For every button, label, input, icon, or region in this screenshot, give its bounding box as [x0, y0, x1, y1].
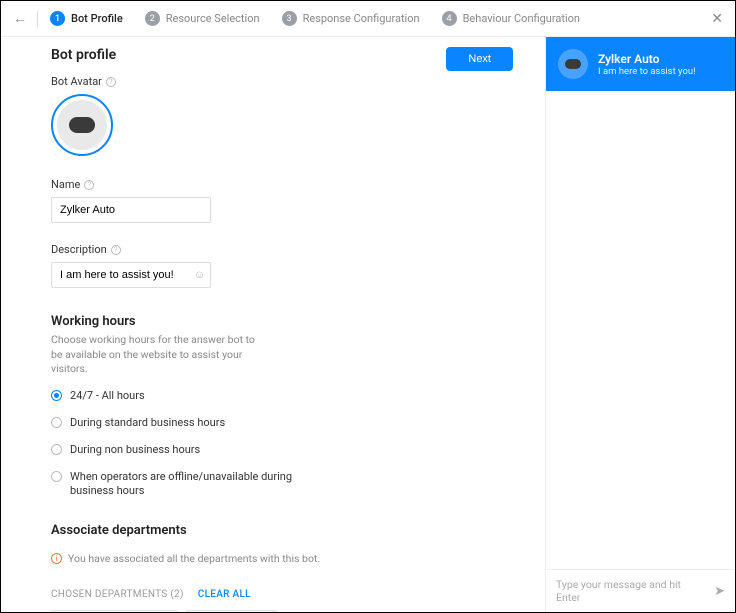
radio-all-hours[interactable]: 24/7 - All hours [51, 389, 301, 404]
form-panel: Bot profile Next Bot Avatar ? Name ? Des… [1, 37, 545, 612]
radio-label: During non business hours [70, 443, 200, 458]
clear-all-button[interactable]: CLEAR ALL [198, 589, 251, 600]
description-label: Description ? [51, 243, 513, 256]
close-icon[interactable]: ✕ [711, 11, 723, 27]
info-icon: i [51, 553, 62, 564]
radio-label: When operators are offline/unavailable d… [70, 470, 301, 500]
step-bot-profile[interactable]: 1 Bot Profile [50, 11, 123, 26]
step-number: 2 [145, 11, 160, 26]
step-response-configuration[interactable]: 3 Response Configuration [282, 11, 420, 26]
working-hours-description: Choose working hours for the answer bot … [51, 333, 261, 377]
chip-returns-and-refunds: Returns and refunds ✕ [51, 610, 178, 612]
divider [37, 11, 38, 27]
avatar-picker[interactable] [51, 94, 113, 156]
step-resource-selection[interactable]: 2 Resource Selection [145, 11, 260, 26]
step-number: 4 [442, 11, 457, 26]
step-label: Bot Profile [71, 12, 123, 25]
chat-preview-body [546, 91, 735, 569]
bot-face-icon [565, 59, 581, 69]
avatar-label: Bot Avatar ? [51, 75, 513, 88]
working-hours-heading: Working hours [51, 314, 513, 329]
description-input[interactable] [51, 262, 211, 288]
step-number: 3 [282, 11, 297, 26]
chip-zylker-group: Zylker Group ✕ [186, 610, 277, 612]
chosen-departments-label: CHOSEN DEPARTMENTS (2) [51, 589, 184, 600]
stepper: 1 Bot Profile 2 Resource Selection 3 Res… [50, 11, 711, 26]
chat-preview-header: Zylker Auto I am here to assist you! [546, 37, 735, 91]
help-icon[interactable]: ? [111, 245, 121, 255]
radio-icon [51, 444, 62, 455]
departments-heading: Associate departments [51, 523, 513, 538]
avatar-image [57, 100, 107, 150]
step-number: 1 [50, 11, 65, 26]
chat-preview-input-row: Type your message and hit Enter ➤ [546, 569, 735, 612]
department-chips: Returns and refunds ✕ Zylker Group ✕ [51, 610, 513, 612]
radio-business-hours[interactable]: During standard business hours [51, 416, 301, 431]
step-label: Resource Selection [166, 12, 260, 25]
next-button[interactable]: Next [446, 47, 513, 71]
send-icon[interactable]: ➤ [714, 584, 725, 599]
preview-bot-desc: I am here to assist you! [598, 66, 696, 77]
radio-icon [51, 471, 62, 482]
page-title: Bot profile [51, 47, 116, 63]
radio-label: During standard business hours [70, 416, 225, 431]
help-icon[interactable]: ? [106, 77, 116, 87]
step-label: Response Configuration [303, 12, 420, 25]
emoji-icon[interactable]: ☺ [194, 268, 205, 281]
chat-preview-panel: Zylker Auto I am here to assist you! Typ… [545, 37, 735, 612]
step-label: Behaviour Configuration [463, 12, 580, 25]
radio-non-business-hours[interactable]: During non business hours [51, 443, 301, 458]
radio-operators-offline[interactable]: When operators are offline/unavailable d… [51, 470, 301, 500]
radio-label: 24/7 - All hours [70, 389, 145, 404]
help-icon[interactable]: ? [84, 180, 94, 190]
radio-icon [51, 417, 62, 428]
preview-avatar [558, 49, 588, 79]
radio-icon [51, 390, 62, 401]
bot-face-icon [69, 117, 95, 133]
name-label: Name ? [51, 178, 513, 191]
working-hours-radio-group: 24/7 - All hours During standard busines… [51, 389, 513, 499]
step-behaviour-configuration[interactable]: 4 Behaviour Configuration [442, 11, 580, 26]
back-arrow-icon[interactable]: ← [13, 10, 37, 27]
preview-bot-name: Zylker Auto [598, 52, 696, 66]
name-input[interactable] [51, 197, 211, 223]
departments-info: i You have associated all the department… [51, 552, 513, 565]
chat-input-placeholder[interactable]: Type your message and hit Enter [556, 578, 706, 604]
